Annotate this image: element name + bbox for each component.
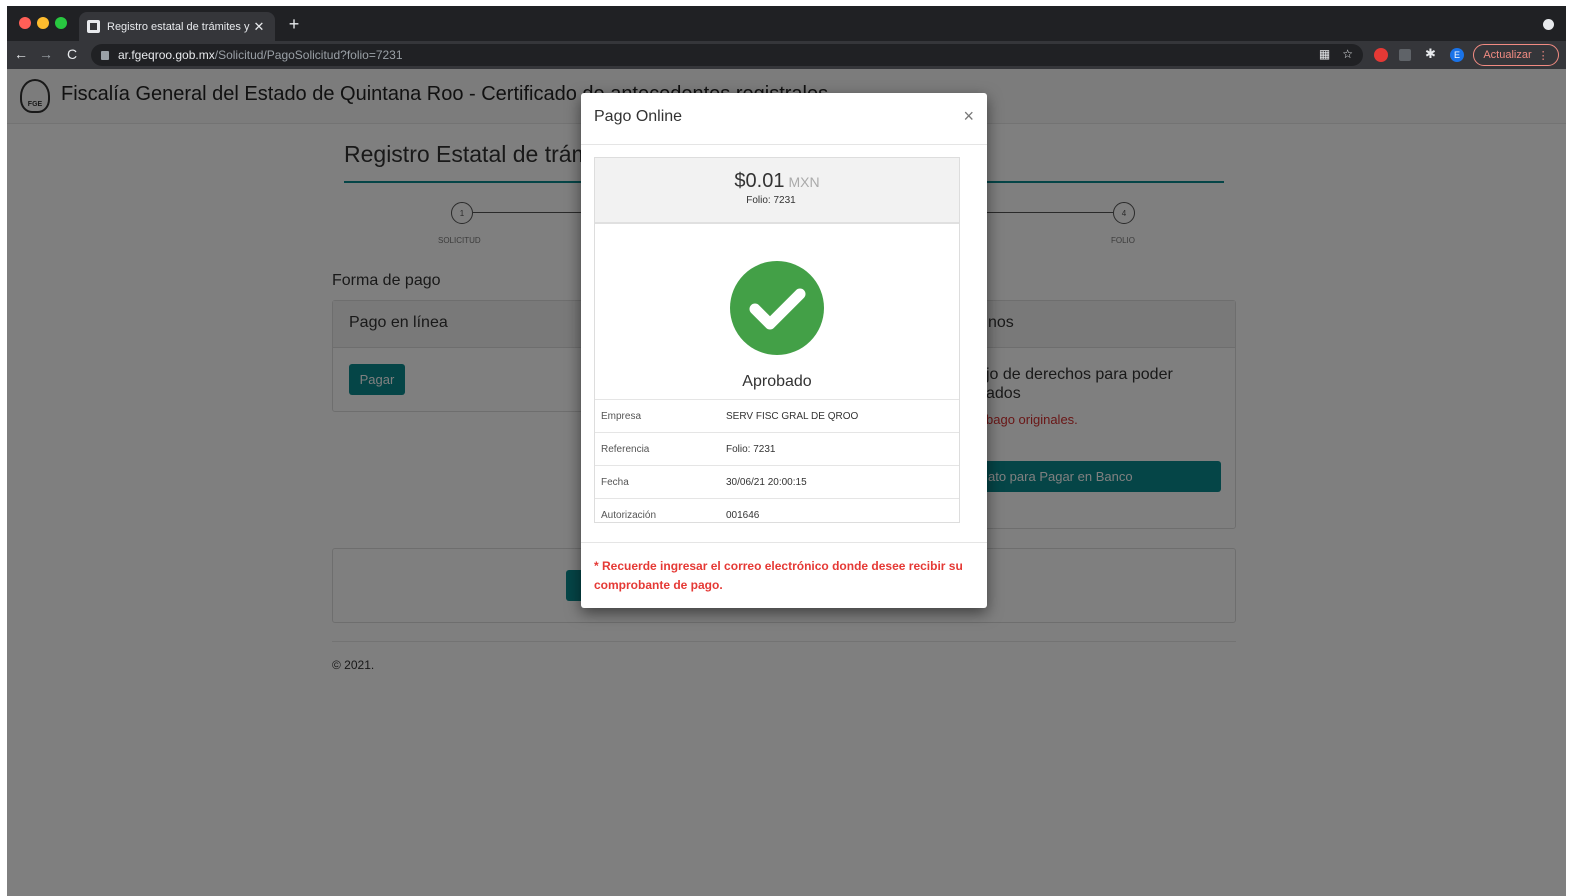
row-value: 001646	[726, 509, 760, 521]
row-value: SERV FISC GRAL DE QROO	[726, 410, 859, 422]
profile-avatar[interactable]: E	[1450, 48, 1464, 62]
url-host: ar.fgeqroo.gob.mx	[118, 48, 215, 62]
row-value: 30/06/21 20:00:15	[726, 476, 807, 488]
update-label: Actualizar	[1483, 49, 1532, 61]
table-row: Autorización 001646	[595, 498, 959, 522]
page-icon	[87, 20, 100, 33]
maximize-window-button[interactable]	[55, 17, 67, 29]
currency-label: MXN	[788, 174, 820, 190]
payment-amount: $0.01	[734, 170, 785, 192]
payment-status: Aprobado	[742, 373, 812, 390]
close-window-button[interactable]	[19, 17, 31, 29]
reload-icon[interactable]: C	[64, 46, 80, 62]
back-arrow-icon[interactable]: ←	[13, 46, 29, 62]
table-row: Fecha 30/06/21 20:00:15	[595, 465, 959, 498]
minimize-window-button[interactable]	[37, 17, 49, 29]
table-row: Referencia Folio: 7231	[595, 432, 959, 465]
new-tab-button[interactable]: +	[284, 14, 304, 35]
extensions-puzzle-icon[interactable]: ✱	[1425, 46, 1436, 62]
row-value: Folio: 7231	[726, 443, 776, 455]
receipt-details: Empresa SERV FISC GRAL DE QROO Referencia…	[595, 399, 959, 522]
web-page: FGE Fiscalía General del Estado de Quint…	[7, 69, 1566, 896]
close-icon[interactable]: ×	[963, 106, 974, 127]
browser-tab[interactable]: Registro estatal de trámites y s ✕	[79, 12, 275, 41]
close-tab-icon[interactable]: ✕	[251, 19, 267, 35]
bookmark-star-icon[interactable]: ☆	[1342, 47, 1353, 61]
update-button[interactable]: Actualizar ⋮	[1473, 44, 1559, 66]
url-path: /Solicitud/PagoSolicitud?folio=7231	[214, 48, 403, 62]
modal-header: Pago Online ×	[581, 93, 987, 145]
browser-window: Registro estatal de trámites y s ✕ + ← →…	[7, 6, 1566, 896]
tab-title: Registro estatal de trámites y s	[107, 20, 251, 33]
row-key: Autorización	[601, 509, 657, 521]
kebab-menu-icon: ⋮	[1537, 49, 1549, 62]
table-row: Empresa SERV FISC GRAL DE QROO	[595, 399, 959, 432]
email-notice: * Recuerde ingresar el correo electrónic…	[581, 542, 987, 609]
lock-icon	[101, 50, 109, 60]
tab-strip: Registro estatal de trámites y s ✕ +	[7, 6, 1566, 41]
modal-title: Pago Online	[594, 108, 683, 125]
row-key: Referencia	[601, 443, 650, 455]
qr-code-icon[interactable]: ▦	[1319, 47, 1330, 61]
tab-search-icon[interactable]	[1543, 19, 1554, 30]
extension-red-icon[interactable]	[1374, 48, 1388, 62]
extension-gray-icon[interactable]	[1399, 49, 1411, 61]
amount-box: $0.01 MXN Folio: 7231	[595, 158, 959, 224]
checkmark-icon	[730, 261, 824, 355]
receipt-folio: Folio: 7231	[746, 195, 796, 206]
forward-arrow-icon[interactable]: →	[38, 46, 54, 62]
payment-modal: Pago Online × $0.01 MXN Folio: 7231 Aprob…	[581, 93, 987, 608]
address-bar[interactable]: ar.fgeqroo.gob.mx /Solicitud/PagoSolicit…	[91, 44, 1363, 66]
row-key: Fecha	[601, 476, 629, 488]
payment-receipt: $0.01 MXN Folio: 7231 Aprobado Empresa SER…	[594, 157, 960, 523]
row-key: Empresa	[601, 410, 642, 422]
browser-toolbar: ← → C ar.fgeqroo.gob.mx /Solicitud/PagoS…	[7, 41, 1566, 69]
